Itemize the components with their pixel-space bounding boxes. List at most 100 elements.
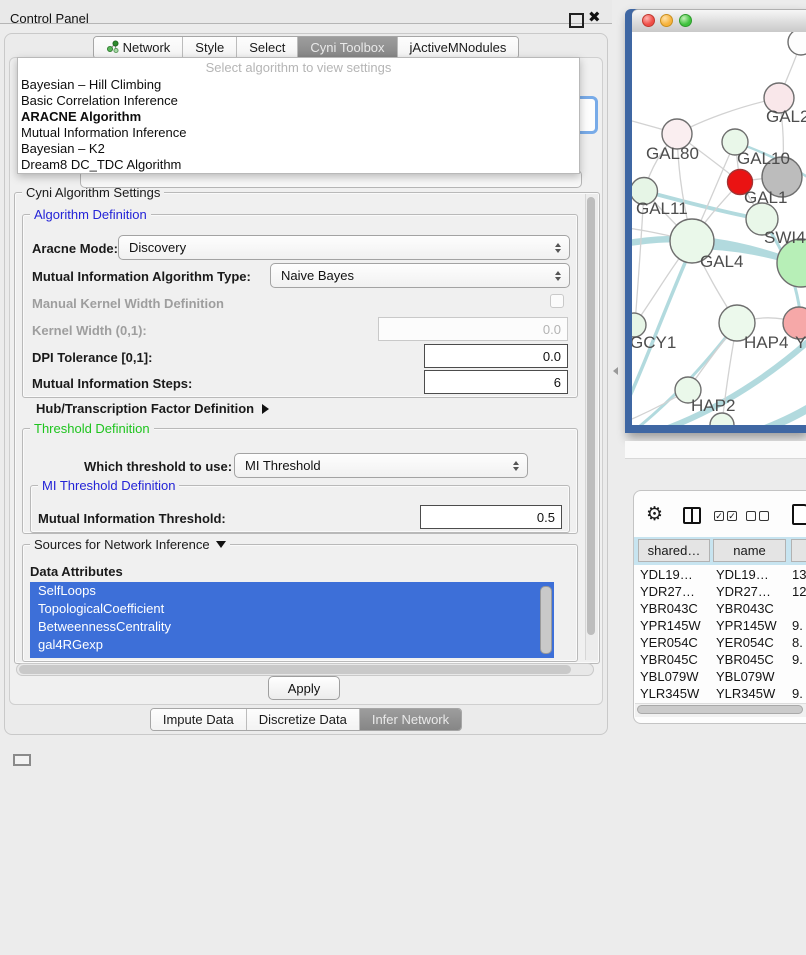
table-horizontal-scrollbar-thumb[interactable] (637, 705, 803, 714)
data-attribute-item[interactable]: TopologicalCoefficient (30, 600, 554, 618)
table-row[interactable]: YER054CYER054C8. (634, 634, 806, 651)
data-attribute-item[interactable]: BetweennessCentrality (30, 618, 554, 636)
tab-label: Infer Network (372, 712, 449, 727)
mi-type-label: Mutual Information Algorithm Type: (32, 269, 251, 284)
node-label: HAP4 (744, 333, 788, 352)
node-label: GAL11 (636, 199, 688, 218)
select-all-checkboxes-icon[interactable]: ✓✓ (714, 511, 737, 521)
column-header-shared[interactable]: shared… (638, 539, 710, 562)
data-attributes-list[interactable]: SelfLoopsTopologicalCoefficientBetweenne… (30, 582, 554, 658)
list-scrollbar-thumb[interactable] (540, 586, 552, 654)
table-cell: YBL079W (716, 668, 775, 685)
table-cell: YDL19… (640, 566, 693, 583)
node-label: Y (795, 333, 806, 352)
table-cell: 8. (792, 634, 803, 651)
table-row[interactable]: YBL079W YBL079W (634, 668, 806, 685)
table-cell: YBL079W (640, 668, 699, 685)
data-attributes-label: Data Attributes (30, 564, 123, 579)
apply-button[interactable]: Apply (268, 676, 340, 700)
dpi-tolerance-field[interactable]: 0.0 (424, 344, 568, 368)
mac-minimize-icon[interactable] (660, 14, 673, 27)
network-canvas[interactable]: GAL2 GAL80 GAL10 GAL1 SWI4 GAL11 GAL4 HA… (632, 32, 806, 425)
tab-infer-network[interactable]: Infer Network (360, 709, 461, 730)
mi-steps-label: Mutual Information Steps: (32, 376, 192, 391)
split-view-icon[interactable] (683, 507, 701, 524)
tab-discretize-data[interactable]: Discretize Data (247, 709, 360, 730)
settings-horizontal-scrollbar-thumb[interactable] (19, 665, 571, 674)
tab-label: Style (195, 40, 224, 55)
algorithm-dropdown-item[interactable]: ARACNE Algorithm (18, 109, 579, 125)
table-cell: YBR043C (640, 600, 698, 617)
document-icon[interactable] (792, 504, 806, 525)
table-row[interactable]: YBR045CYBR045C9. (634, 651, 806, 668)
node-label: GAL10 (737, 149, 790, 168)
mi-threshold-label: Mutual Information Threshold: (38, 511, 226, 526)
mi-type-value: Naive Bayes (281, 268, 555, 283)
algorithm-dropdown-item[interactable]: Mutual Information Inference (18, 125, 579, 141)
node-label: HAP2 (691, 396, 735, 415)
mi-steps-value: 6 (554, 375, 561, 390)
mac-close-icon[interactable] (642, 14, 655, 27)
network-graph: GAL2 GAL80 GAL10 GAL1 SWI4 GAL11 GAL4 HA… (632, 32, 806, 425)
bottom-corner-icon[interactable] (13, 754, 31, 766)
tab-select[interactable]: Select (237, 37, 298, 58)
manual-kernel-checkbox[interactable] (550, 294, 564, 308)
column-header-name[interactable]: name (713, 539, 786, 562)
tab-cyni-toolbox[interactable]: Cyni Toolbox (298, 37, 397, 58)
table-row[interactable]: YLR345WYLR345W9. (634, 685, 806, 702)
tab-label: Select (249, 40, 285, 55)
tab-network[interactable]: Network (94, 37, 184, 58)
cyni-bottom-tab-strip: Impute Data Discretize Data Infer Networ… (0, 708, 612, 731)
kernel-width-value: 0.0 (543, 322, 561, 337)
algorithm-dropdown-list: Bayesian – Hill ClimbingBasic Correlatio… (18, 77, 579, 173)
unchecked-box-icon (759, 511, 769, 521)
dpi-tolerance-value: 0.0 (543, 349, 561, 364)
table-row[interactable]: YDL19…YDL19…13 (634, 566, 806, 583)
gear-icon[interactable]: ⚙ (646, 503, 663, 526)
column-header[interactable] (791, 539, 806, 562)
table-cell: 9. (792, 685, 803, 702)
table-panel-top-band (625, 441, 806, 458)
node-label: GAL4 (700, 252, 743, 271)
table-cell: 12 (792, 583, 806, 600)
settings-vertical-scrollbar-thumb[interactable] (587, 197, 595, 635)
table-row[interactable]: YDR27… YDR27… 12 (634, 583, 806, 600)
mac-zoom-icon[interactable] (679, 14, 692, 27)
float-window-icon[interactable] (569, 13, 584, 28)
control-panel-titlebar: Control Panel ✖ (0, 0, 612, 24)
network-window-titlebar[interactable] (632, 9, 806, 33)
mi-threshold-value: 0.5 (537, 510, 555, 525)
mi-threshold-field[interactable]: 0.5 (420, 505, 562, 529)
mi-type-select[interactable]: Naive Bayes (270, 263, 570, 288)
control-panel-tab-strip: Network Style Select Cyni Toolbox jActiv… (0, 36, 612, 59)
table-cell: YDR27… (716, 583, 771, 600)
tab-style[interactable]: Style (183, 37, 237, 58)
table-row[interactable]: YBR043CYBR043C (634, 600, 806, 617)
table-cell: YDR27… (640, 583, 695, 600)
collapsed-arrow-icon[interactable] (262, 404, 269, 414)
divider-collapse-arrow-icon[interactable] (613, 367, 618, 375)
group-title: Threshold Definition (30, 421, 154, 436)
close-icon[interactable]: ✖ (588, 8, 601, 26)
which-threshold-select[interactable]: MI Threshold (234, 453, 528, 478)
deselect-all-checkboxes-icon[interactable] (746, 511, 769, 521)
algorithm-dropdown-item[interactable]: Bayesian – Hill Climbing (18, 77, 579, 93)
table-row[interactable]: YPR145WYPR145W9. (634, 617, 806, 634)
data-attribute-item[interactable]: SelfLoops (30, 582, 554, 600)
algorithm-dropdown-item[interactable]: Bayesian – K2 (18, 141, 579, 157)
tab-jactivemnodules[interactable]: jActiveMNodules (398, 37, 519, 58)
expanded-arrow-icon[interactable] (216, 541, 226, 548)
table-cell: YBR045C (640, 651, 698, 668)
kernel-width-label: Kernel Width (0,1): (32, 323, 147, 338)
tab-impute-data[interactable]: Impute Data (151, 709, 247, 730)
dpi-tolerance-label: DPI Tolerance [0,1]: (32, 350, 152, 365)
data-attribute-item[interactable]: gal4RGexp (30, 636, 554, 654)
hub-definition-section[interactable]: Hub/Transcription Factor Definition (36, 401, 269, 416)
mi-steps-field[interactable]: 6 (424, 370, 568, 394)
kernel-width-field: 0.0 (378, 317, 568, 341)
algorithm-dropdown-item[interactable]: Dream8 DC_TDC Algorithm (18, 157, 579, 173)
node-label: GAL80 (646, 144, 699, 163)
table-cell: YDL19… (716, 566, 769, 583)
algorithm-dropdown-item[interactable]: Basic Correlation Inference (18, 93, 579, 109)
aracne-mode-select[interactable]: Discovery (118, 235, 570, 260)
